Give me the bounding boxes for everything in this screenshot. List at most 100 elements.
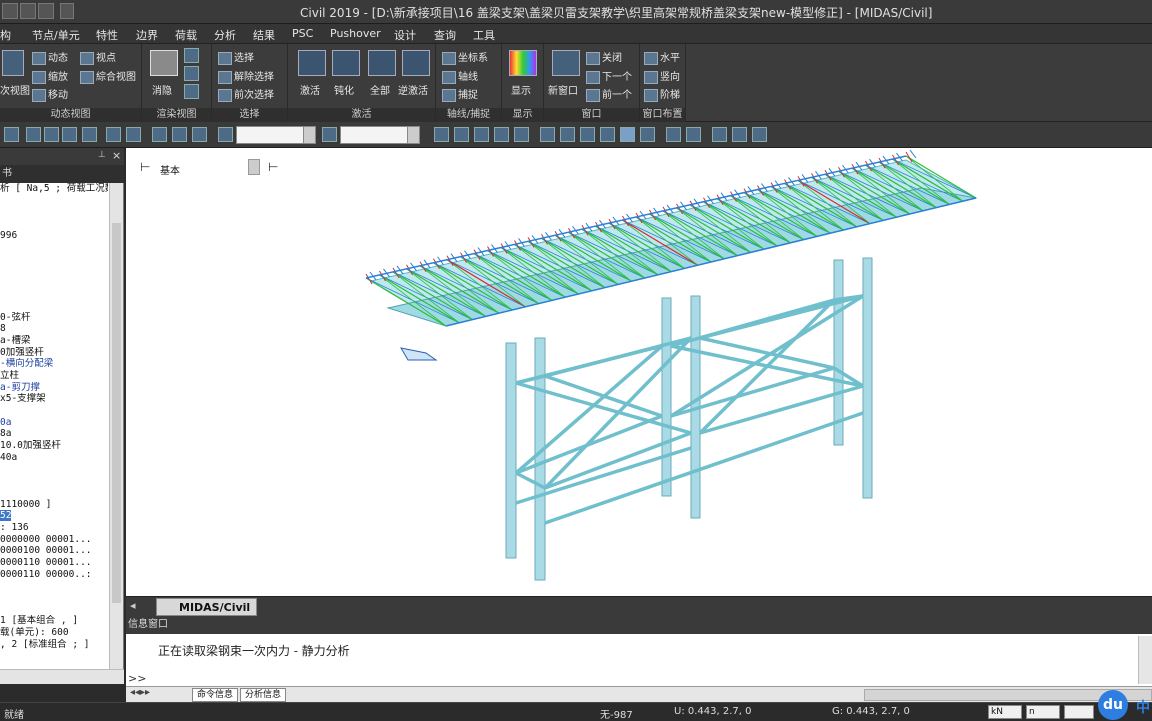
hide-label[interactable]: 消隐 [152,82,172,97]
menu-item-tools[interactable]: 工具 [473,27,495,43]
menu-item-design[interactable]: 设计 [394,27,416,43]
pointer-icon[interactable] [218,127,233,142]
tab-midas-civil[interactable]: MIDAS/Civil [156,598,258,616]
display-element-icon[interactable] [686,127,701,142]
vertical-scrollbar[interactable] [109,183,123,673]
close-icon[interactable]: × [112,149,121,162]
view-side-icon[interactable] [474,127,489,142]
view-right-icon[interactable] [494,127,509,142]
no-activate-icon[interactable] [192,127,207,142]
tree-line[interactable]: 1 [基本组合 , ] [0,615,108,627]
close-window-button[interactable]: 关闭 [586,49,622,65]
tree-line[interactable]: 载(单元): 600 [0,627,108,639]
perspective-icon[interactable] [640,127,655,142]
tree-line[interactable] [0,487,108,499]
display-label[interactable]: 显示 [511,82,531,97]
tab-nav-icon[interactable]: ◂◂▸▸ [130,687,150,698]
hide-icon[interactable] [150,50,178,76]
inverse-activate-label[interactable]: 逆激活 [398,82,428,97]
layout-horizontal-button[interactable]: 水平 [644,49,680,65]
tree-line[interactable] [0,300,108,312]
prev-window-button[interactable]: 前一个 [586,86,632,102]
model-viewport[interactable]: ⊢ 基本 ⊢ [126,148,1152,596]
tree-line[interactable] [0,265,108,277]
tree-line[interactable] [0,405,108,417]
tree-line[interactable] [0,580,108,592]
tree-line[interactable] [0,195,108,207]
save-icon[interactable] [20,3,36,19]
print-icon[interactable] [38,3,54,19]
lock-icon-a[interactable] [732,127,747,142]
tree-line[interactable]: , 2 [标准组合 ; ] [0,639,108,651]
tree-line[interactable]: 0000110 00000..: [0,569,108,581]
layout-vertical-button[interactable]: 竖向 [644,68,680,84]
tree-line[interactable]: 8a [0,428,108,440]
tab-scroll-left-icon[interactable]: ◂ [130,599,136,612]
select-button[interactable]: 选择 [218,49,254,65]
tree-content[interactable]: 析 [ Na,5 ; 荷载工况数 996 0-弦杆 8 a-槽梁 0加强竖杆 -横向分配梁立… [0,183,108,651]
activate-all-label[interactable]: 全部 [370,82,390,97]
menu-item-structure[interactable]: 构 [0,27,11,43]
tree-line[interactable]: a-槽梁 [0,335,108,347]
horizontal-scrollbar[interactable] [0,669,124,684]
view-front-icon[interactable] [454,127,469,142]
tree-line[interactable] [0,604,108,616]
status-tools-icon[interactable] [1064,705,1094,719]
display-node-icon[interactable] [666,127,681,142]
node-number-icon[interactable] [540,127,555,142]
deactivate-select-icon[interactable] [172,127,187,142]
coord-button[interactable]: 坐标系 [442,49,488,65]
tab-analysis-info[interactable]: 分析信息 [240,688,287,702]
lock-icon[interactable] [752,127,767,142]
tree-line[interactable]: 0000110 00001... [0,557,108,569]
property-icon[interactable] [712,127,727,142]
deactivate-icon[interactable] [332,50,360,76]
menu-item-boundary[interactable]: 边界 [136,27,158,43]
tree-line[interactable] [0,253,108,265]
select-polygon-icon[interactable] [62,127,77,142]
tree-line[interactable]: -横向分配梁 [0,358,108,370]
activate-select-icon[interactable] [152,127,167,142]
tab-command-info[interactable]: 命令信息 [192,688,239,702]
tree-line[interactable]: 0-弦杆 [0,312,108,324]
dynamic-button[interactable]: 动态 [32,49,68,65]
tree-line[interactable] [0,277,108,289]
tree-line[interactable]: 8 [0,323,108,335]
viewpoint-button[interactable]: 视点 [80,49,116,65]
view-top-icon[interactable] [434,127,449,142]
activate-label[interactable]: 激活 [300,82,320,97]
snap-button[interactable]: 捕捉 [442,86,478,102]
menu-item-psc[interactable]: PSC [292,27,313,40]
tree-line[interactable] [0,475,108,487]
zoom-window-icon[interactable] [126,127,141,142]
zoom-fit-icon[interactable] [106,127,121,142]
prev-view-icon[interactable] [2,50,24,76]
next-window-button[interactable]: 下一个 [586,68,632,84]
new-window-icon[interactable] [552,50,580,76]
element-number-icon[interactable] [560,127,575,142]
view-iso-icon[interactable] [514,127,529,142]
combo-view-button[interactable]: 綜合视图 [80,68,136,84]
tree-line[interactable]: 析 [ Na,5 ; 荷载工况数 [0,183,108,195]
deactivate-label[interactable]: 钝化 [334,82,354,97]
select-filter-combo[interactable] [236,126,316,144]
tree-line[interactable]: 1110000 ] [0,499,108,511]
activate-all-icon[interactable] [368,50,396,76]
render-light-icon[interactable] [184,66,199,81]
tree-line[interactable]: 0a [0,417,108,429]
activate-icon[interactable] [298,50,326,76]
app-menu-icon[interactable] [2,3,18,19]
unselect-button[interactable]: 解除选择 [218,68,274,84]
menu-item-analysis[interactable]: 分析 [214,27,236,43]
select-filter-combo-2[interactable] [340,126,420,144]
layout-cascade-button[interactable]: 阶梯 [644,86,680,102]
tree-line[interactable]: 52 [0,510,108,522]
zoom-button[interactable]: 缩放 [32,68,68,84]
rotate-icon[interactable] [580,127,595,142]
menu-item-properties[interactable]: 特性 [96,27,118,43]
tree-line[interactable]: 0000100 00001... [0,545,108,557]
tree-line[interactable]: 40a [0,452,108,464]
tree-line[interactable] [0,592,108,604]
pointer-icon-2[interactable] [322,127,337,142]
select-window-icon[interactable] [44,127,59,142]
